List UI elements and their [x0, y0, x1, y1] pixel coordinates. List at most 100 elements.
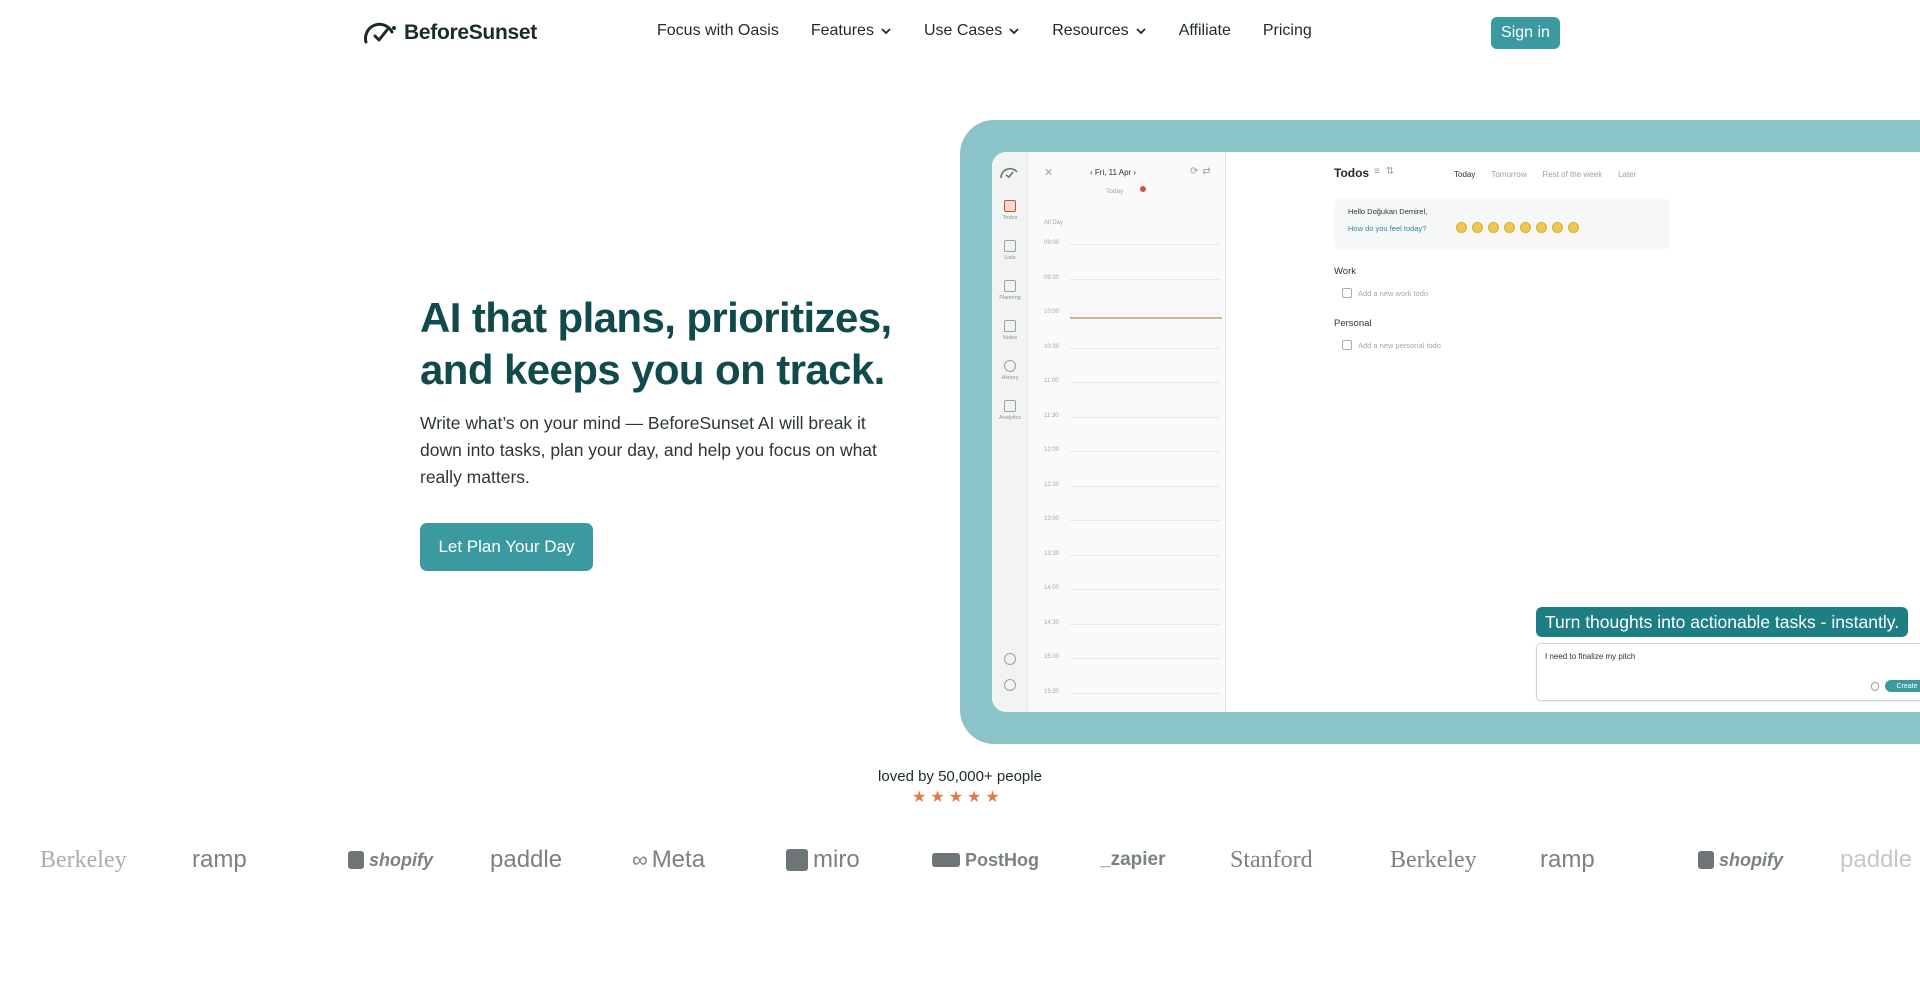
- emoji-icon[interactable]: [1552, 222, 1563, 233]
- chevron-down-icon: [881, 28, 891, 35]
- history-icon: [1004, 360, 1016, 372]
- logo-posthog: PostHog: [932, 840, 1039, 880]
- time-slot-label: 12:00: [1044, 447, 1060, 453]
- time-slot-line[interactable]: [1070, 520, 1220, 521]
- emoji-icon[interactable]: [1472, 222, 1483, 233]
- hero-subtitle: Write what’s on your mind — BeforeSunset…: [420, 413, 877, 487]
- emoji-icon[interactable]: [1504, 222, 1515, 233]
- time-slot-line[interactable]: [1070, 658, 1220, 659]
- nav-label: Affiliate: [1178, 22, 1231, 39]
- tab-later[interactable]: Later: [1618, 170, 1636, 179]
- logo-shopify-text: shopify: [369, 849, 434, 870]
- logo-meta: ∞ Meta: [632, 840, 705, 880]
- calendar-date[interactable]: ‹ Fri, 11 Apr ›: [1090, 168, 1136, 177]
- time-slot-label: 13:30: [1044, 550, 1060, 557]
- ai-task-input[interactable]: I need to finalize my pitch Create: [1536, 643, 1920, 701]
- help-icon[interactable]: [1004, 653, 1016, 665]
- sidebar-item-todos[interactable]: Todos: [992, 200, 1028, 221]
- sidebar-item-label: Lists: [1004, 255, 1016, 261]
- nav-use-cases[interactable]: Use Cases: [924, 22, 1020, 40]
- add-personal-todo[interactable]: Add a new personal todo: [1342, 340, 1441, 350]
- logo-ramp: ramp: [192, 846, 247, 873]
- gear-icon[interactable]: [1004, 679, 1016, 691]
- calendar-icon: [1004, 280, 1016, 292]
- emoji-icon[interactable]: [1488, 222, 1499, 233]
- time-slot-line[interactable]: [1070, 382, 1220, 383]
- time-slot-line[interactable]: [1070, 589, 1220, 590]
- sidebar-item-analytics[interactable]: Analytics: [992, 400, 1028, 421]
- sunset-arc-icon: [1000, 167, 1018, 179]
- star-icon: ★: [985, 789, 1000, 806]
- current-time-line: [1070, 317, 1222, 319]
- calendar-panel: ✕ ‹ Fri, 11 Apr › ⟳⇄ Today All Day 09:00…: [1028, 152, 1226, 712]
- plan-your-day-button[interactable]: Let Plan Your Day: [420, 523, 593, 571]
- time-slot-line[interactable]: [1070, 416, 1220, 418]
- nav-affiliate[interactable]: Affiliate: [1179, 22, 1231, 40]
- star-icon: ★: [948, 789, 964, 806]
- time-slot-line[interactable]: [1070, 623, 1220, 625]
- nav-focus-with-oasis[interactable]: Focus with Oasis: [657, 22, 779, 40]
- nav-label: Features: [810, 22, 874, 39]
- sidebar-item-label: History: [1001, 375, 1019, 381]
- nav-pricing[interactable]: Pricing: [1263, 22, 1312, 40]
- checkbox[interactable]: [1342, 340, 1352, 350]
- sidebar-item-lists[interactable]: Lists: [992, 240, 1028, 261]
- ai-tagline: Turn thoughts into actionable tasks - in…: [1536, 607, 1909, 637]
- loved-by-text: loved by 50,000+ people: [878, 768, 1042, 785]
- time-slot-line[interactable]: [1070, 244, 1220, 245]
- time-slot-line[interactable]: [1070, 313, 1220, 314]
- time-slot-label: 09:00: [1044, 240, 1060, 246]
- time-slot-line[interactable]: [1070, 554, 1220, 556]
- sidebar-item-label: Planning: [999, 295, 1021, 301]
- mood-question: How do you feel today?: [1348, 224, 1427, 233]
- sync-icon[interactable]: ⟳⇄: [1190, 166, 1215, 177]
- create-button[interactable]: Create: [1885, 680, 1920, 692]
- all-day-label: All Day: [1044, 220, 1064, 226]
- tab-today[interactable]: Today: [1454, 170, 1475, 179]
- shopify-bag-icon: [348, 851, 364, 869]
- logo-ramp-2: ramp: [1540, 846, 1595, 873]
- nav-features[interactable]: Features: [811, 22, 892, 40]
- sidebar-item-history[interactable]: History: [992, 360, 1028, 381]
- todos-title: Todos: [1334, 166, 1370, 180]
- sort-icon[interactable]: ≡⇅: [1374, 166, 1400, 177]
- sign-in-button[interactable]: Sign in: [1491, 17, 1560, 49]
- sidebar-item-planning[interactable]: Planning: [992, 280, 1028, 301]
- calendar-today: Today: [1106, 188, 1124, 195]
- time-slot-line[interactable]: [1070, 692, 1220, 694]
- hero-title: AI that plans, prioritizes, and keeps yo…: [420, 294, 892, 393]
- add-work-todo[interactable]: Add a new work todo: [1342, 288, 1428, 298]
- sidebar-item-label: Todos: [1002, 215, 1018, 221]
- logo-posthog-text: PostHog: [965, 849, 1039, 870]
- tab-tomorrow[interactable]: Tomorrow: [1491, 170, 1526, 179]
- emoji-icon[interactable]: [1536, 222, 1547, 233]
- time-slot-label: 11:30: [1044, 412, 1059, 419]
- emoji-icon[interactable]: [1456, 222, 1467, 233]
- tab-rest-of-week[interactable]: Rest of the week: [1542, 170, 1602, 179]
- greeting-text: Hello Doğukan Demirel,: [1348, 207, 1428, 216]
- close-icon[interactable]: ✕: [1044, 166, 1053, 179]
- add-todo-placeholder: Add a new work todo: [1358, 288, 1429, 298]
- time-slot-label: 10:30: [1044, 343, 1060, 350]
- time-slot-line[interactable]: [1070, 485, 1220, 487]
- todos-icon: [1004, 200, 1016, 212]
- time-slot-label: 13:00: [1044, 516, 1060, 522]
- logo-berkeley: Berkeley: [40, 846, 127, 873]
- sidebar-item-label: Notes: [1002, 335, 1018, 341]
- time-slot-line[interactable]: [1070, 451, 1220, 452]
- sidebar-item-notes[interactable]: Notes: [992, 320, 1028, 341]
- miro-mark-icon: [786, 849, 808, 871]
- microphone-icon[interactable]: [1871, 682, 1879, 691]
- checkbox[interactable]: [1342, 288, 1352, 298]
- nav-label: Focus with Oasis: [657, 22, 779, 39]
- nav-links: Focus with Oasis Features Use Cases Reso…: [657, 22, 1312, 40]
- nav-label: Resources: [1052, 22, 1129, 39]
- time-slot-line[interactable]: [1070, 347, 1220, 349]
- emoji-icon[interactable]: [1568, 222, 1579, 233]
- emoji-icon[interactable]: [1520, 222, 1531, 233]
- brand-logo[interactable]: BeforeSunset: [362, 20, 537, 46]
- star-icon: ★: [912, 789, 927, 806]
- nav-resources[interactable]: Resources: [1052, 22, 1146, 40]
- app-preview: Todos Lists Planning Notes History Analy…: [992, 152, 1920, 712]
- time-slot-line[interactable]: [1070, 278, 1220, 280]
